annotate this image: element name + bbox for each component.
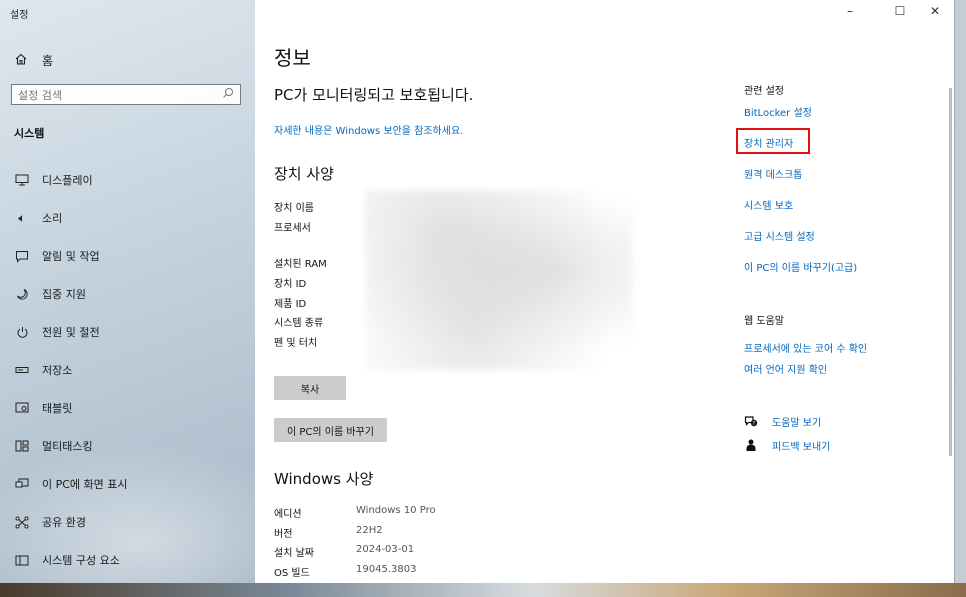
windows-specs-heading: Windows 사양 [274, 470, 374, 488]
winspec-value-edition: Windows 10 Pro [356, 505, 436, 516]
feedback-link[interactable]: 피드백 보내기 [744, 438, 830, 453]
tablet-icon [14, 402, 30, 414]
sidebar-item-label: 이 PC에 화면 표시 [42, 478, 128, 491]
web-help-heading: 웹 도움말 [744, 316, 784, 327]
related-settings-heading: 관련 설정 [744, 86, 784, 97]
rename-pc-button[interactable]: 이 PC의 이름 바꾸기 [274, 418, 387, 442]
winspec-label-version: 버전 [274, 529, 293, 540]
device-specs-heading: 장치 사양 [274, 165, 334, 183]
winspec-value-install-date: 2024-03-01 [356, 544, 415, 555]
winspec-value-version: 22H2 [356, 525, 383, 536]
sidebar-item-label: 태블릿 [42, 402, 73, 415]
focus-assist-icon [14, 288, 30, 301]
rename-pc-advanced-link[interactable]: 이 PC의 이름 바꾸기(고급) [744, 259, 857, 274]
sidebar-item-sound[interactable]: 🔈︎ 소리 [14, 210, 62, 226]
sidebar-item-focus-assist[interactable]: 집중 지원 [14, 286, 86, 302]
feedback-label: 피드백 보내기 [772, 442, 831, 453]
projecting-icon [14, 478, 30, 490]
spec-label-processor: 프로세서 [274, 223, 311, 234]
winspec-label-edition: 에디션 [274, 509, 302, 520]
protection-status: PC가 모니터링되고 보호됩니다. [274, 86, 474, 104]
shared-experiences-icon [14, 516, 30, 529]
winspec-value-os-build: 19045.3803 [356, 564, 417, 575]
display-icon [14, 174, 30, 186]
winspec-label-install-date: 설치 날짜 [274, 548, 314, 559]
sidebar-item-label: 공유 환경 [42, 516, 86, 529]
sidebar-item-label: 소리 [42, 212, 63, 225]
system-components-icon [14, 555, 30, 566]
sidebar-item-multitasking[interactable]: 멀티태스킹 [14, 438, 93, 454]
winspec-label-os-build: OS 빌드 [274, 568, 310, 579]
multitasking-icon [14, 440, 30, 452]
scrollbar[interactable] [949, 88, 952, 456]
bitlocker-link[interactable]: BitLocker 설정 [744, 104, 812, 119]
sidebar-home-label: 홈 [42, 54, 54, 68]
spec-label-product-id: 제품 ID [274, 299, 307, 310]
device-manager-link[interactable]: 장치 관리자 [744, 135, 793, 150]
minimize-button[interactable]: – [835, 4, 865, 18]
sidebar-section-title: 시스템 [14, 127, 45, 140]
sidebar: 설정 홈 설정 검색 시스템 디스플레이 🔈︎ 소리 알림 및 작업 집중 지원… [0, 0, 255, 583]
close-button[interactable]: ✕ [920, 4, 950, 18]
sound-icon: 🔈︎ [18, 210, 26, 225]
sidebar-item-label: 집중 지원 [42, 288, 86, 301]
desktop-background [0, 583, 966, 597]
search-input[interactable]: 설정 검색 [11, 84, 241, 105]
sidebar-item-label: 시스템 구성 요소 [42, 554, 120, 567]
main-content: – ☐ ✕ 정보 PC가 모니터링되고 보호됩니다. 자세한 내용은 Windo… [255, 0, 954, 583]
spec-label-device-name: 장치 이름 [274, 203, 314, 214]
sidebar-home[interactable]: 홈 [14, 52, 53, 69]
get-help-icon: ? [744, 415, 758, 428]
get-help-label: 도움말 보기 [772, 418, 822, 429]
sidebar-item-label: 알림 및 작업 [42, 250, 100, 263]
spec-label-device-id: 장치 ID [274, 279, 307, 290]
sidebar-item-label: 멀티태스킹 [42, 440, 93, 453]
notification-icon [14, 250, 30, 263]
multi-language-link[interactable]: 여러 언어 지원 확인 [744, 361, 827, 376]
search-icon[interactable] [222, 87, 234, 102]
sidebar-item-label: 전원 및 절전 [42, 326, 100, 339]
windows-security-link[interactable]: 자세한 내용은 Windows 보안을 참조하세요. [274, 122, 463, 137]
spec-label-ram: 설치된 RAM [274, 259, 327, 270]
sidebar-item-tablet[interactable]: 태블릿 [14, 400, 72, 416]
app-title: 설정 [10, 10, 29, 21]
sidebar-item-projecting[interactable]: 이 PC에 화면 표시 [14, 476, 128, 492]
sidebar-item-label: 저장소 [42, 364, 73, 377]
settings-window: 설정 홈 설정 검색 시스템 디스플레이 🔈︎ 소리 알림 및 작업 집중 지원… [0, 0, 954, 583]
spec-label-pen-touch: 펜 및 터치 [274, 338, 318, 349]
search-placeholder: 설정 검색 [18, 88, 62, 102]
sidebar-item-label: 디스플레이 [42, 174, 93, 187]
feedback-icon [744, 439, 758, 452]
processor-cores-link[interactable]: 프로세서에 있는 코어 수 확인 [744, 340, 867, 355]
advanced-system-settings-link[interactable]: 고급 시스템 설정 [744, 228, 815, 243]
sidebar-item-power[interactable]: 전원 및 절전 [14, 324, 100, 340]
sidebar-item-notifications[interactable]: 알림 및 작업 [14, 248, 100, 264]
sidebar-item-display[interactable]: 디스플레이 [14, 172, 93, 188]
maximize-button[interactable]: ☐ [885, 4, 915, 18]
storage-icon [14, 366, 30, 374]
power-icon [14, 326, 30, 339]
redacted-spec-values [365, 190, 633, 370]
get-help-link[interactable]: ? 도움말 보기 [744, 414, 821, 429]
svg-text:?: ? [753, 421, 756, 427]
sidebar-item-storage[interactable]: 저장소 [14, 362, 72, 378]
sidebar-item-shared-experiences[interactable]: 공유 환경 [14, 514, 86, 530]
remote-desktop-link[interactable]: 원격 데스크톱 [744, 166, 802, 181]
spec-label-system-type: 시스템 종류 [274, 318, 324, 329]
system-protection-link[interactable]: 시스템 보호 [744, 197, 793, 212]
home-icon [14, 52, 28, 69]
page-title: 정보 [274, 46, 311, 70]
copy-button[interactable]: 복사 [274, 376, 346, 400]
sidebar-item-system-components[interactable]: 시스템 구성 요소 [14, 552, 120, 568]
